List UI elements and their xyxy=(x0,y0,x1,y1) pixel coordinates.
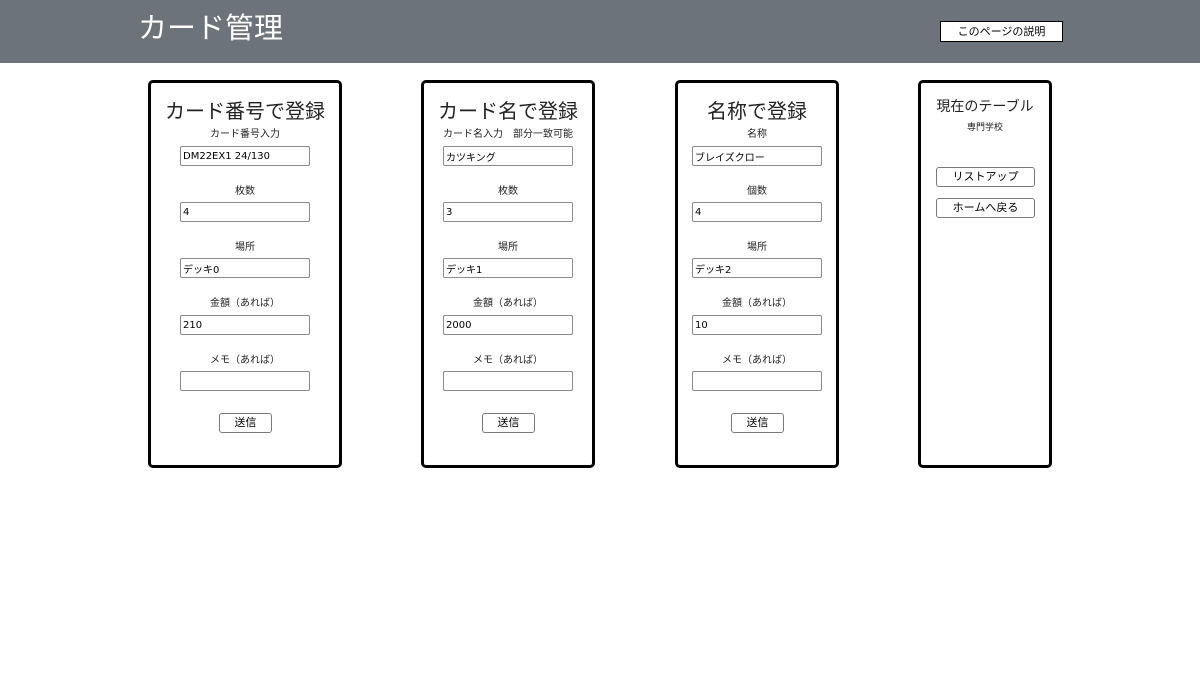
quantity-label: 枚数 xyxy=(235,186,255,197)
card-name-label: カード名入力 部分一致可能 xyxy=(443,129,573,140)
register-by-number-panel: カード番号で登録 カード番号入力 枚数 場所 金額（あれば） メモ（あれば） 送… xyxy=(148,80,342,468)
price-label: 金額（あれば） xyxy=(210,298,280,309)
submit-button[interactable]: 送信 xyxy=(731,413,784,433)
item-name-input[interactable] xyxy=(692,146,822,166)
price-input[interactable] xyxy=(443,315,573,335)
price-label: 金額（あれば） xyxy=(722,298,792,309)
panel-title: カード名で登録 xyxy=(438,99,578,123)
location-input[interactable] xyxy=(180,258,310,278)
register-by-title-panel: 名称で登録 名称 個数 場所 金額（あれば） メモ（あれば） 送信 xyxy=(675,80,839,468)
panel-title: 名称で登録 xyxy=(707,99,807,123)
memo-label: メモ（あれば） xyxy=(473,355,543,366)
memo-label: メモ（あれば） xyxy=(722,355,792,366)
current-table-title: 現在のテーブル xyxy=(936,99,1034,115)
location-input[interactable] xyxy=(443,258,573,278)
location-label: 場所 xyxy=(498,242,518,253)
card-number-label: カード番号入力 xyxy=(210,129,280,140)
memo-label: メモ（あれば） xyxy=(210,355,280,366)
current-table-panel: 現在のテーブル 専門学校 リストアップ ホームへ戻る xyxy=(918,80,1052,468)
memo-input[interactable] xyxy=(180,371,310,391)
memo-input[interactable] xyxy=(443,371,573,391)
price-input[interactable] xyxy=(180,315,310,335)
quantity-input[interactable] xyxy=(180,202,310,222)
quantity-label: 枚数 xyxy=(498,186,518,197)
page-title: カード管理 xyxy=(138,11,284,45)
current-table-name: 専門学校 xyxy=(966,123,1003,133)
location-label: 場所 xyxy=(235,242,255,253)
header-bar: カード管理 このページの説明 xyxy=(0,0,1200,63)
list-up-button[interactable]: リストアップ xyxy=(936,167,1035,187)
submit-button[interactable]: 送信 xyxy=(482,413,535,433)
quantity-input[interactable] xyxy=(443,202,573,222)
location-label: 場所 xyxy=(747,242,767,253)
register-by-name-panel: カード名で登録 カード名入力 部分一致可能 枚数 場所 金額（あれば） メモ（あ… xyxy=(421,80,595,468)
submit-button[interactable]: 送信 xyxy=(219,413,272,433)
card-number-input[interactable] xyxy=(180,146,310,166)
memo-input[interactable] xyxy=(692,371,822,391)
price-input[interactable] xyxy=(692,315,822,335)
location-input[interactable] xyxy=(692,258,822,278)
card-name-input[interactable] xyxy=(443,146,573,166)
price-label: 金額（あれば） xyxy=(473,298,543,309)
count-label: 個数 xyxy=(747,186,767,197)
count-input[interactable] xyxy=(692,202,822,222)
back-to-home-button[interactable]: ホームへ戻る xyxy=(936,198,1035,218)
page-help-button[interactable]: このページの説明 xyxy=(940,21,1063,42)
item-name-label: 名称 xyxy=(747,129,767,140)
panel-title: カード番号で登録 xyxy=(165,99,325,123)
